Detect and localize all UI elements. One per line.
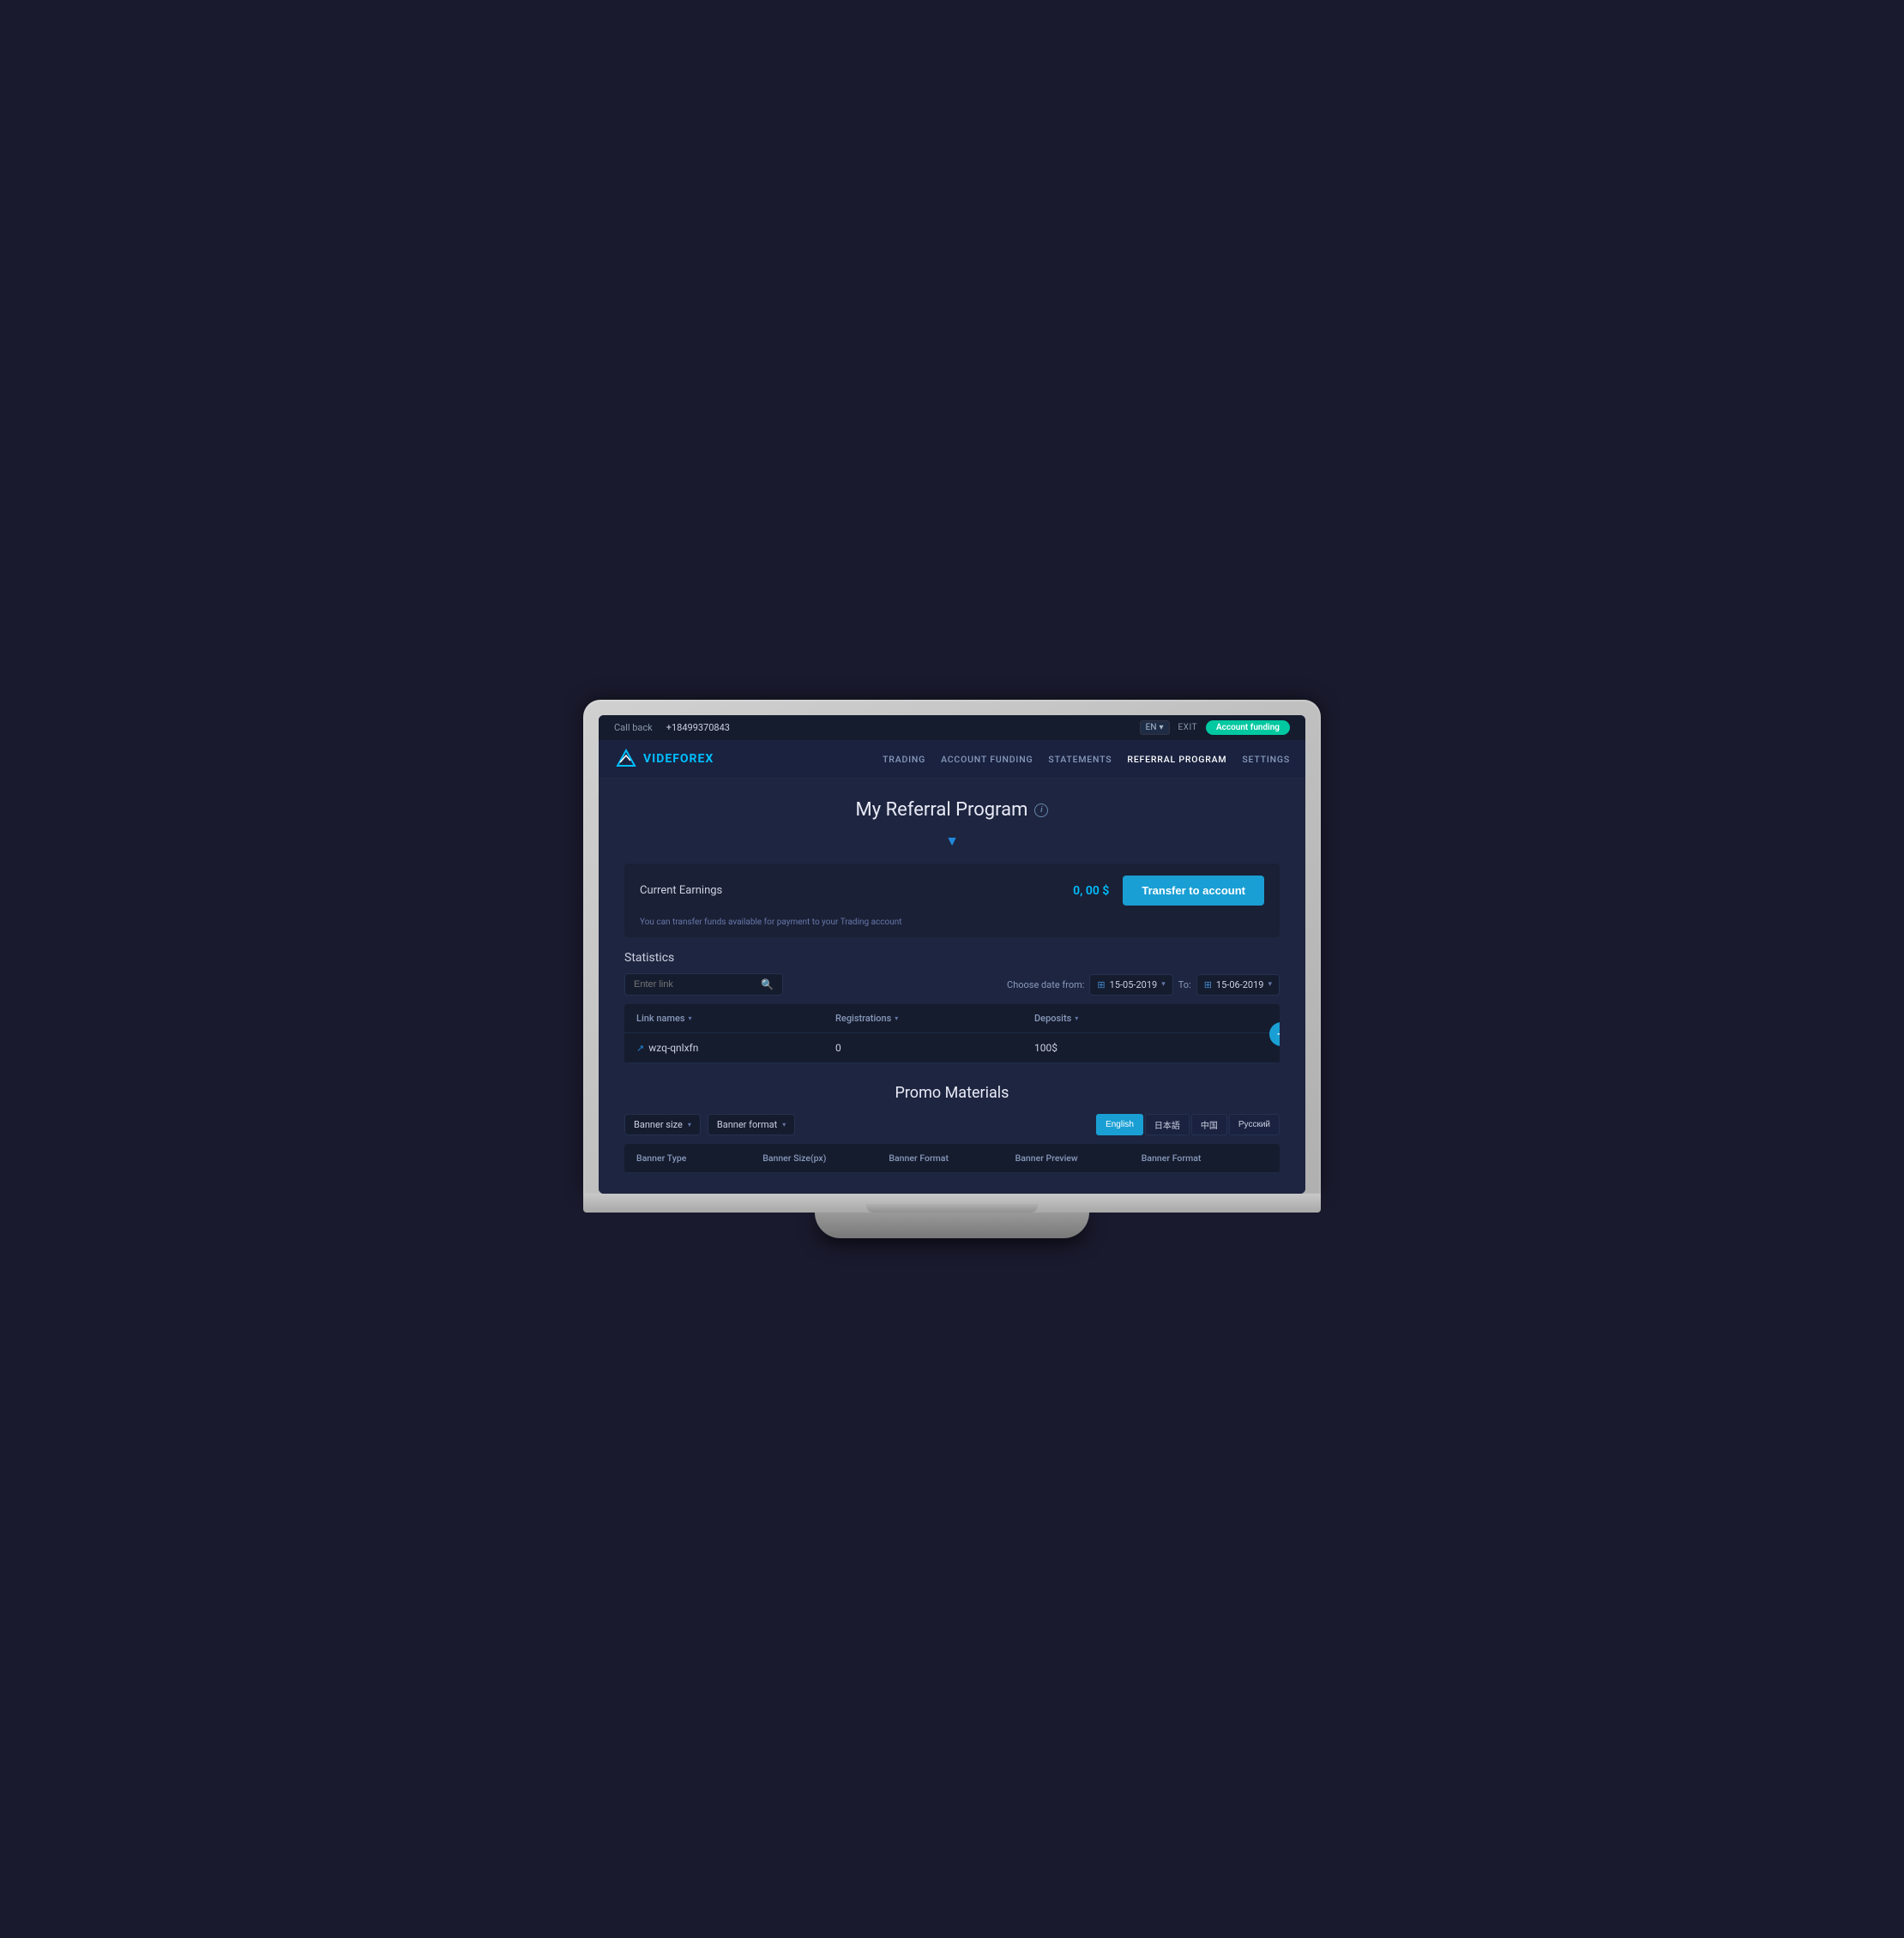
phone-number[interactable]: +18499370843: [666, 722, 730, 733]
date-filter: Choose date from: ⊞ 15-05-2019 ▾ To: ⊞ 1…: [1007, 974, 1280, 996]
date-from-picker[interactable]: ⊞ 15-05-2019 ▾: [1089, 974, 1172, 996]
date-from-label: Choose date from:: [1007, 979, 1084, 990]
lang-english-button[interactable]: English: [1096, 1114, 1143, 1135]
nav-trading[interactable]: TRADING: [883, 754, 925, 765]
date-from-value: 15-05-2019: [1110, 979, 1158, 990]
col-actions: [1233, 1013, 1268, 1024]
cell-link: ↗ wzq-qnlxfn: [636, 1042, 835, 1054]
date-to-picker[interactable]: ⊞ 15-06-2019 ▾: [1196, 974, 1280, 996]
link-search-input[interactable]: [634, 979, 756, 990]
nav-account-funding[interactable]: ACCOUNT FUNDING: [941, 754, 1033, 765]
date-to-arrow-icon: ▾: [1268, 980, 1272, 989]
callback-label: Call back: [614, 722, 653, 733]
earnings-row: Current Earnings 0, 00 $ Transfer to acc…: [624, 864, 1280, 918]
page-title: My Referral Program i: [856, 799, 1049, 821]
main-content: My Referral Program i ▼ Current Earnings…: [599, 779, 1305, 1194]
dropdown2-arrow-icon: ▾: [782, 1121, 786, 1128]
nav-bar: VIDEFOREX TRADING ACCOUNT FUNDING STATEM…: [599, 740, 1305, 779]
top-bar-right: EN ▾ EXIT Account funding: [1140, 720, 1290, 735]
date-to-label: To:: [1178, 979, 1191, 990]
link-search-box[interactable]: 🔍: [624, 973, 783, 996]
cell-registrations: 0: [835, 1042, 1034, 1054]
stats-table: Link names ▾ Registrations ▾ Deposits ▾: [624, 1004, 1280, 1063]
info-icon[interactable]: i: [1034, 803, 1048, 817]
promo-section: Promo Materials Banner size ▾ Banner for…: [624, 1084, 1280, 1173]
dropdown1-arrow-icon: ▾: [688, 1121, 691, 1128]
page-title-row: My Referral Program i: [624, 799, 1280, 821]
col-link-names: Link names ▾: [636, 1013, 835, 1024]
sort-icon-links: ▾: [689, 1014, 692, 1022]
date-from-arrow-icon: ▾: [1161, 980, 1166, 989]
cell-deposits: 100$: [1034, 1042, 1233, 1054]
logo-text: VIDEFOREX: [643, 752, 714, 766]
banner-col-preview: Banner Preview: [1015, 1153, 1142, 1164]
nav-links: TRADING ACCOUNT FUNDING STATEMENTS REFER…: [883, 754, 1290, 765]
search-icon[interactable]: 🔍: [761, 978, 774, 990]
account-funding-button[interactable]: Account funding: [1206, 720, 1290, 735]
language-buttons: English 日本語 中国 Русский: [1096, 1114, 1280, 1135]
calendar-to-icon: ⊞: [1204, 979, 1212, 990]
top-bar: Call back +18499370843 EN ▾ EXIT Account…: [599, 715, 1305, 740]
banner-col-format2: Banner Format: [1142, 1153, 1268, 1164]
banner-header: Banner Type Banner Size(px) Banner Forma…: [624, 1144, 1280, 1173]
sort-icon-registrations: ▾: [895, 1014, 898, 1022]
banner-format-dropdown[interactable]: Banner format ▾: [708, 1114, 795, 1135]
lang-arrow-icon: ▾: [1159, 723, 1163, 732]
sort-icon-deposits: ▾: [1075, 1014, 1078, 1022]
nav-settings[interactable]: SETTINGS: [1242, 754, 1290, 765]
lang-russian-button[interactable]: Русский: [1229, 1114, 1280, 1135]
language-selector[interactable]: EN ▾: [1140, 720, 1170, 735]
lang-chinese-button[interactable]: 中国: [1191, 1114, 1227, 1135]
banner-col-type: Banner Type: [636, 1153, 762, 1164]
banner-col-format: Banner Format: [889, 1153, 1015, 1164]
stats-filters: 🔍 Choose date from: ⊞ 15-05-2019 ▾ To:: [624, 973, 1280, 996]
statistics-title: Statistics: [624, 951, 1280, 965]
date-to-value: 15-06-2019: [1216, 979, 1264, 990]
earnings-card: Current Earnings 0, 00 $ Transfer to acc…: [624, 864, 1280, 937]
earnings-label: Current Earnings: [640, 884, 1073, 897]
cell-add: [1233, 1042, 1268, 1054]
laptop-base: [583, 1194, 1321, 1213]
chevron-down-row: ▼: [624, 833, 1280, 850]
banner-col-size: Banner Size(px): [762, 1153, 889, 1164]
table-row: ↗ wzq-qnlxfn 0 100$: [624, 1033, 1280, 1063]
banner-table: Banner Type Banner Size(px) Banner Forma…: [624, 1144, 1280, 1173]
exit-button[interactable]: EXIT: [1178, 723, 1198, 732]
statistics-section: Statistics 🔍 Choose date from: ⊞ 15-05-2…: [624, 951, 1280, 1063]
transfer-to-account-button[interactable]: Transfer to account: [1123, 876, 1264, 906]
link-icon: ↗: [636, 1043, 644, 1054]
nav-referral-program[interactable]: REFERRAL PROGRAM: [1127, 754, 1226, 765]
lang-code: EN: [1146, 723, 1157, 732]
earnings-value: 0, 00 $: [1073, 884, 1109, 898]
laptop-stand: [815, 1213, 1089, 1238]
earnings-note: You can transfer funds available for pay…: [624, 918, 1280, 937]
nav-statements[interactable]: STATEMENTS: [1048, 754, 1112, 765]
promo-filters: Banner size ▾ Banner format ▾ English 日本…: [624, 1114, 1280, 1135]
banner-size-dropdown[interactable]: Banner size ▾: [624, 1114, 701, 1135]
lang-japanese-button[interactable]: 日本語: [1145, 1114, 1190, 1135]
col-deposits: Deposits ▾: [1034, 1013, 1233, 1024]
table-header: Link names ▾ Registrations ▾ Deposits ▾: [624, 1004, 1280, 1033]
promo-title: Promo Materials: [624, 1084, 1280, 1102]
logo[interactable]: VIDEFOREX: [614, 747, 714, 771]
top-bar-left: Call back +18499370843: [614, 722, 730, 733]
chevron-down-icon: ▼: [945, 833, 959, 849]
col-registrations: Registrations ▾: [835, 1013, 1034, 1024]
calendar-icon: ⊞: [1097, 979, 1105, 990]
logo-icon: [614, 747, 638, 771]
